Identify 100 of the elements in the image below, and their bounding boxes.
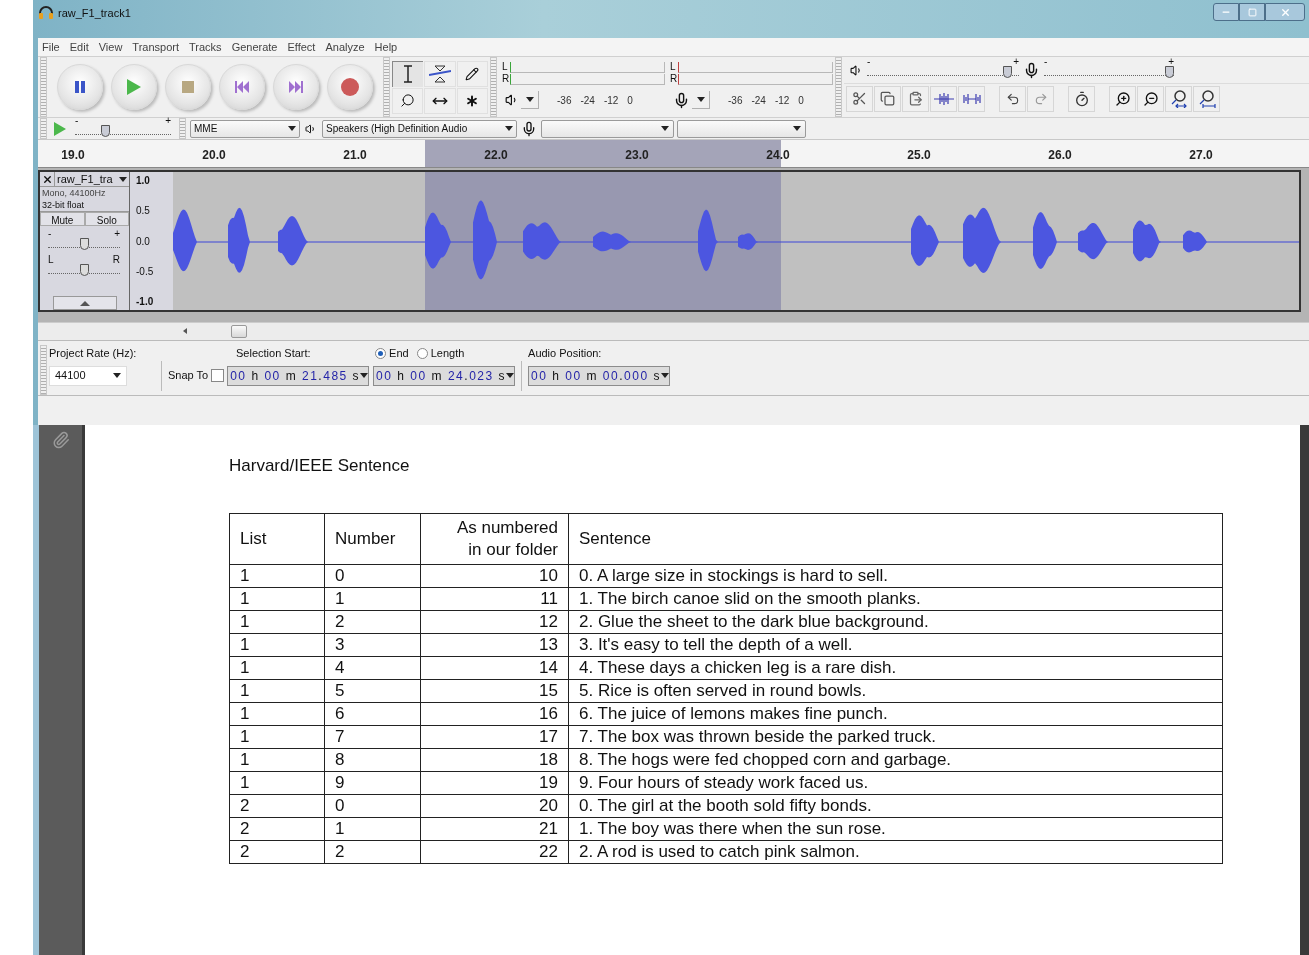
- ruler-label: 23.0: [625, 147, 649, 164]
- fit-selection-button[interactable]: [1165, 85, 1192, 112]
- toolbar-grip[interactable]: [383, 57, 390, 117]
- zoom-out-button[interactable]: [1137, 85, 1164, 112]
- slider-max-label: +: [1013, 57, 1019, 67]
- slider-thumb[interactable]: [1165, 66, 1174, 78]
- meter-scale-label: -12: [774, 93, 790, 108]
- menu-item[interactable]: Edit: [69, 38, 89, 56]
- slider-track[interactable]: [1044, 66, 1174, 79]
- slider-track[interactable]: [48, 264, 120, 277]
- slider-track[interactable]: [75, 124, 171, 138]
- toolbar-grip[interactable]: [490, 57, 497, 117]
- track-name-menu[interactable]: raw_F1_tra: [55, 172, 129, 186]
- horizontal-scrollbar[interactable]: [38, 322, 1309, 340]
- menu-item[interactable]: View: [98, 38, 123, 56]
- table-cell: 3: [324, 633, 421, 656]
- silence-button[interactable]: [958, 85, 985, 112]
- toolbar-grip[interactable]: [40, 57, 47, 117]
- close-icon: [1279, 6, 1291, 18]
- slider-thumb[interactable]: [79, 238, 89, 250]
- rate-dropdown[interactable]: 44100: [49, 365, 127, 386]
- fit-project-button[interactable]: [1193, 85, 1220, 112]
- menu-item[interactable]: Transport: [132, 38, 180, 56]
- table-cell: 1: [229, 610, 325, 633]
- timecode-field[interactable]: 00 h 00 m 00.000 s: [528, 365, 670, 386]
- menu-item[interactable]: Generate: [231, 38, 278, 56]
- trim-cut-button[interactable]: [846, 85, 873, 112]
- scroll-left-icon: [183, 328, 187, 334]
- tool-button[interactable]: [392, 60, 424, 87]
- radio-button[interactable]: [416, 347, 428, 359]
- skip-to-end-button[interactable]: [273, 64, 319, 110]
- slider-track[interactable]: [867, 66, 1019, 79]
- meter-scale-label: -24: [580, 93, 595, 108]
- play-icon: [54, 121, 66, 136]
- scale-label: 0.5: [136, 204, 151, 219]
- timecode-field[interactable]: 00 h 00 m 21.485 s: [227, 365, 370, 386]
- copy-button[interactable]: [874, 85, 901, 112]
- menu-item[interactable]: File: [42, 38, 60, 56]
- trim-button[interactable]: [930, 85, 957, 112]
- slider-thumb[interactable]: [1002, 66, 1012, 78]
- timeline-ruler[interactable]: 19.0 20.0 21.0 22.0 23.0 24.0 25.0 26.0 27.0: [38, 139, 1309, 167]
- slider-max-label: +: [1168, 57, 1174, 67]
- toolbar-grip[interactable]: [40, 118, 47, 139]
- maximize-button[interactable]: [1239, 3, 1265, 21]
- menu-item[interactable]: Effect: [287, 38, 316, 56]
- undo-button[interactable]: [999, 85, 1026, 112]
- menu-item[interactable]: Tracks: [189, 38, 222, 56]
- table-cell: 1: [324, 817, 421, 840]
- mute-button[interactable]: Mute: [40, 212, 85, 226]
- channel-label: L: [502, 62, 509, 72]
- field-label: Audio Position:: [528, 346, 603, 361]
- scale-label: 1.0: [136, 174, 151, 188]
- input-device-dropdown[interactable]: [541, 119, 674, 138]
- column-header: Sentence: [568, 513, 1223, 564]
- close-button[interactable]: [1265, 3, 1305, 21]
- collapse-button[interactable]: [52, 296, 117, 310]
- host-dropdown[interactable]: MME: [190, 119, 300, 138]
- menu-item[interactable]: Help: [374, 38, 398, 56]
- slider-thumb[interactable]: [101, 124, 111, 137]
- slider-min-label: -: [48, 229, 52, 239]
- skip-to-start-button[interactable]: [219, 64, 265, 110]
- sync-lock-button[interactable]: [1068, 85, 1095, 112]
- table-cell: 22: [420, 840, 569, 863]
- table-cell: 4: [324, 656, 421, 679]
- speaker-icon: [850, 63, 863, 77]
- paperclip-icon[interactable]: [51, 431, 70, 449]
- table-cell: 0. A large size in stockings is hard to sell.: [568, 564, 1223, 587]
- minimize-button[interactable]: [1213, 3, 1239, 21]
- zoom-in-button[interactable]: [1109, 85, 1136, 112]
- snap-to-checkbox[interactable]: [211, 369, 225, 382]
- slider-track[interactable]: [48, 238, 120, 251]
- table-cell: 20: [420, 794, 569, 817]
- meter-menu-button[interactable]: [521, 91, 539, 109]
- solo-button[interactable]: Solo: [84, 212, 129, 226]
- table-cell: 1: [229, 587, 325, 610]
- record-button[interactable]: [327, 64, 373, 110]
- timecode-field[interactable]: 00 h 00 m 24.023 s: [373, 365, 516, 386]
- table-cell: 1: [324, 587, 421, 610]
- scrollbar-thumb[interactable]: [231, 325, 247, 338]
- radio-option[interactable]: End: [375, 345, 409, 362]
- toolbar-grip[interactable]: [179, 118, 186, 139]
- toolbar-grip[interactable]: [40, 345, 47, 395]
- pause-button[interactable]: [57, 64, 103, 110]
- stop-icon: [182, 81, 194, 93]
- output-device-dropdown[interactable]: Speakers (High Definition Audio: [322, 119, 517, 138]
- caret-icon: [793, 126, 801, 131]
- slider-thumb[interactable]: [79, 264, 89, 276]
- toolbar-grip[interactable]: [835, 57, 842, 117]
- table-cell: 8: [324, 748, 421, 771]
- menu-item[interactable]: Analyze: [325, 38, 365, 56]
- paste-button[interactable]: [902, 85, 929, 112]
- input-channels-dropdown[interactable]: [677, 119, 806, 138]
- table-cell: 11: [420, 587, 569, 610]
- meter-menu-button[interactable]: [692, 91, 710, 109]
- radio-button[interactable]: [375, 347, 387, 359]
- meter-scale-label: -36: [728, 93, 743, 108]
- table-cell: 2: [324, 610, 421, 633]
- headphones-icon: [38, 5, 54, 19]
- pause-icon: [74, 81, 86, 93]
- radio-option[interactable]: Length: [416, 345, 465, 362]
